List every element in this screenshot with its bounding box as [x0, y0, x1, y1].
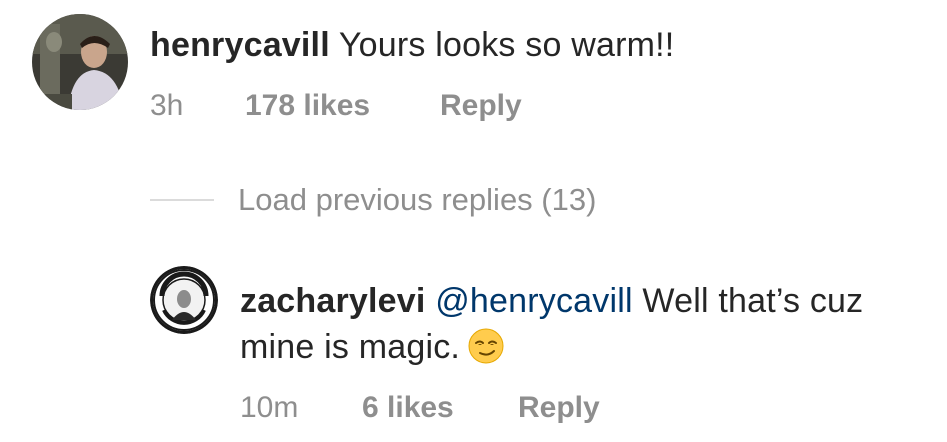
comment-likes[interactable]: 178 likes — [245, 88, 370, 124]
reply-line-2: mine is magic. — [240, 324, 940, 376]
comment-text: Yours looks so warm!! — [338, 26, 675, 64]
smirking-face-emoji-icon — [468, 328, 504, 376]
comment-reply-button[interactable]: Reply — [440, 88, 522, 124]
comment-meta: 3h 178 likes Reply — [150, 88, 650, 124]
reply-meta: 10m 6 likes Reply — [240, 390, 740, 426]
reply-mention-link[interactable]: @henrycavill — [435, 282, 633, 320]
comment-time[interactable]: 3h — [150, 88, 183, 124]
reply-time[interactable]: 10m — [240, 390, 298, 426]
comment-username[interactable]: henrycavill — [150, 26, 330, 64]
reply-reply-button[interactable]: Reply — [518, 390, 600, 426]
reply-username[interactable]: zacharylevi — [240, 282, 426, 320]
avatar[interactable] — [32, 14, 128, 110]
reply-text: Well that’s cuz — [642, 282, 864, 320]
reply-text-continued: mine is magic. — [240, 328, 461, 366]
avatar[interactable] — [150, 266, 218, 334]
reply-line-1: zacharylevi @henrycavill Well that’s cuz — [240, 278, 940, 324]
zacharylevi-avatar-image — [150, 266, 218, 334]
henrycavill-avatar-image — [32, 14, 128, 110]
load-previous-replies-button[interactable]: Load previous replies (13) — [238, 180, 596, 220]
reply-likes[interactable]: 6 likes — [362, 390, 454, 426]
load-previous-divider — [150, 199, 214, 201]
